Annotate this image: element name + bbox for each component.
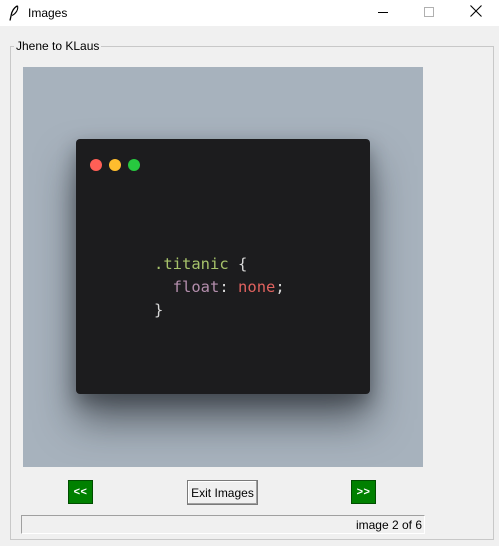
green-dot-icon (128, 159, 140, 171)
code-value: none (238, 278, 276, 296)
exit-images-button[interactable]: Exit Images (187, 480, 258, 505)
code-close-brace: } (154, 301, 164, 319)
feather-icon (9, 5, 19, 21)
labelframe-title: Jhene to KLaus (14, 39, 102, 53)
code-property: float (172, 278, 220, 296)
next-image-button[interactable]: >> (351, 480, 376, 504)
code-open-brace: { (238, 255, 248, 273)
yellow-dot-icon (109, 159, 121, 171)
code-selector: .titanic (154, 255, 229, 273)
maximize-button[interactable] (406, 0, 452, 26)
app-window: Images Jhene to KLaus .titanic {float: … (0, 0, 499, 546)
maximize-icon (424, 4, 434, 22)
window-title: Images (28, 6, 68, 20)
close-icon (470, 4, 482, 22)
minimize-icon (378, 4, 388, 22)
image-counter-status: image 2 of 6 (355, 518, 422, 532)
code-colon: : (219, 278, 229, 296)
status-bar: image 2 of 6 (21, 515, 425, 534)
code-semicolon: ; (275, 278, 285, 296)
red-dot-icon (90, 159, 102, 171)
code-snippet: .titanic { float: none; } (154, 253, 285, 322)
close-button[interactable] (453, 0, 499, 26)
code-editor-window: .titanic { float: none; } (76, 139, 370, 394)
displayed-image: .titanic { float: none; } (23, 67, 423, 467)
title-bar[interactable]: Images (0, 0, 499, 26)
minimize-button[interactable] (360, 0, 406, 26)
previous-image-button[interactable]: << (68, 480, 93, 504)
